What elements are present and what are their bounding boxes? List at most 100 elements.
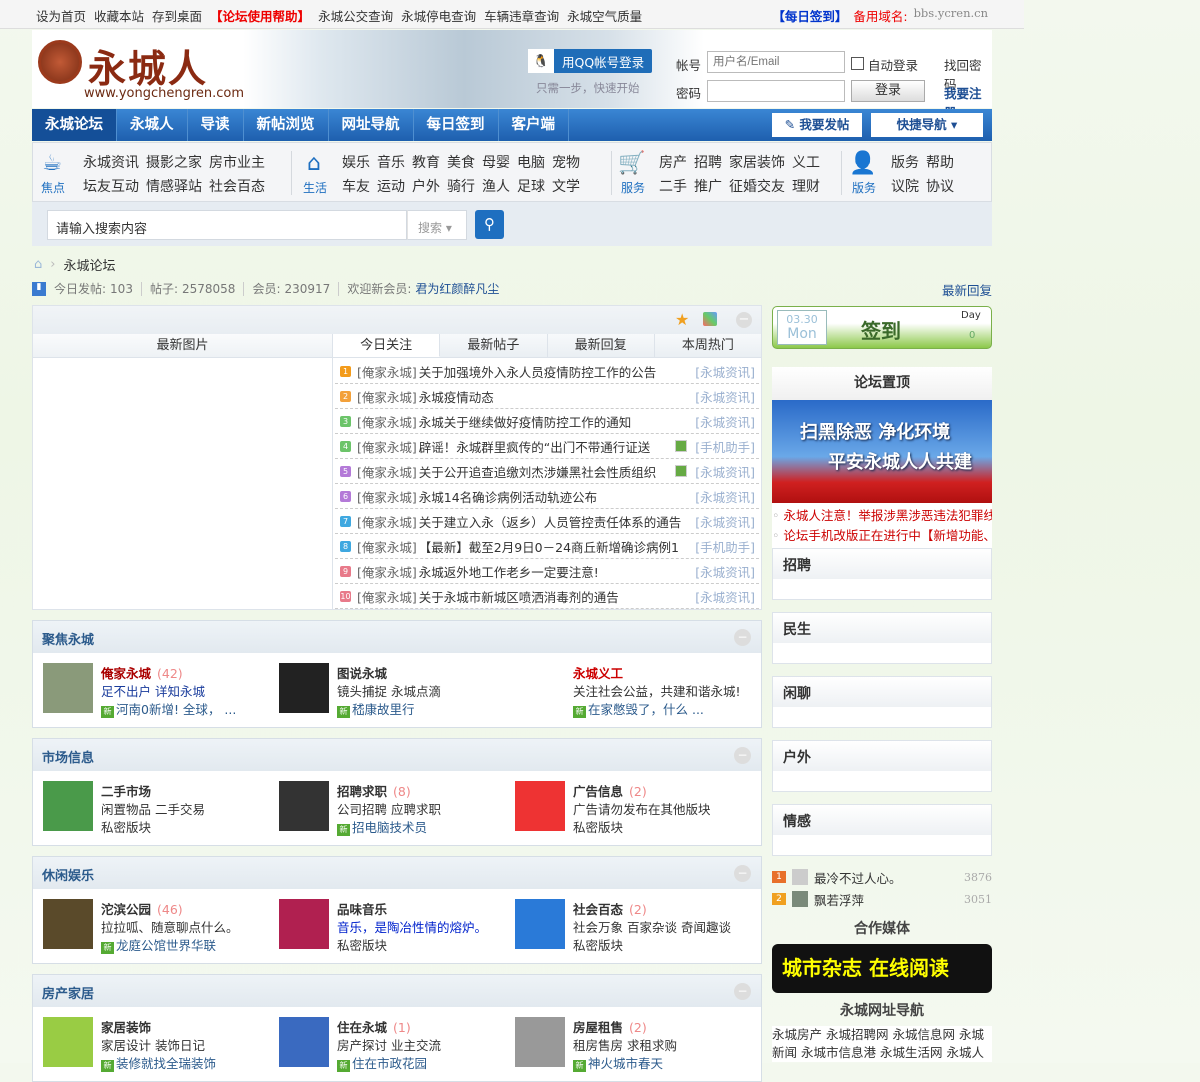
quick-link[interactable]: 二手 — [659, 179, 687, 195]
collapse-icon[interactable]: − — [734, 629, 751, 646]
side-box-title[interactable]: 招聘 — [773, 549, 991, 579]
forum-latest-post[interactable]: 招电脑技术员 — [352, 820, 427, 835]
quick-link[interactable]: 渔人 — [482, 179, 510, 195]
quick-link[interactable]: 房市业主 — [209, 155, 265, 171]
nav-url-guide[interactable]: 网址导航 — [329, 109, 414, 141]
quick-link[interactable]: 骑行 — [447, 179, 475, 195]
forum-name[interactable]: 沱滨公园 — [101, 902, 151, 917]
post-category[interactable]: [手机助手] — [695, 437, 755, 456]
url-nav-link[interactable]: 永城人 — [947, 1045, 985, 1060]
forum-name[interactable]: 品味音乐 — [337, 902, 387, 917]
post-category[interactable]: [手机助手] — [695, 537, 755, 556]
tab-today-focus[interactable]: 今日关注 — [333, 334, 441, 357]
tab-latest-posts[interactable]: 最新帖子 — [440, 334, 548, 357]
forum-icon[interactable] — [515, 1017, 565, 1067]
search-type-select[interactable]: 搜索 ▾ — [407, 210, 467, 240]
collapse-icon[interactable]: − — [734, 865, 751, 882]
post-row[interactable]: 10 [俺家永城] 关于永城市新城区喷洒消毒剂的通告 [永城资讯] — [335, 584, 759, 609]
sticky-link[interactable]: ◦ 论坛手机改版正在进行中【新增功能、 — [772, 526, 992, 546]
quick-link[interactable]: 情感驿站 — [146, 179, 202, 195]
url-nav-link[interactable]: 永城生活网 — [880, 1045, 943, 1060]
power-query-link[interactable]: 永城停电查询 — [401, 6, 476, 25]
star-icon[interactable]: ★ — [675, 310, 689, 329]
forum-icon[interactable] — [279, 663, 329, 713]
post-category[interactable]: [永城资讯] — [695, 562, 755, 581]
post-title[interactable]: 关于建立入永（返乡）人员管控责任体系的通告 — [419, 512, 682, 531]
quick-link[interactable]: 义工 — [792, 155, 820, 171]
post-title[interactable]: 辟谣！永城群里疯传的“出门不带通行证送 — [419, 437, 650, 456]
nav-client[interactable]: 客户端 — [499, 109, 569, 141]
post-title[interactable]: 关于永城市新城区喷洒消毒剂的通告 — [419, 587, 619, 606]
collapse-icon[interactable]: − — [736, 312, 752, 328]
forum-name[interactable]: 俺家永城 — [101, 666, 151, 681]
section-title[interactable]: 休闲娱乐 — [42, 865, 94, 884]
forum-icon[interactable] — [43, 781, 93, 831]
forum-icon[interactable] — [515, 663, 565, 713]
post-row[interactable]: 8 [俺家永城] 【最新】截至2月9日0－24商丘新增确诊病例1 [手机助手] — [335, 534, 759, 559]
post-title[interactable]: 关于加强境外入永人员疫情防控工作的公告 — [419, 362, 657, 381]
url-nav-link[interactable]: 永城招聘网 — [826, 1027, 889, 1042]
quick-link[interactable]: 家居装饰 — [729, 155, 785, 171]
post-row[interactable]: 2 [俺家永城] 永城疫情动态 [永城资讯] — [335, 384, 759, 409]
forum-latest-post[interactable]: 河南0新增! 全球， ... — [116, 702, 236, 717]
forum-icon[interactable] — [279, 1017, 329, 1067]
qq-login-button[interactable]: 🐧 用QQ帐号登录 — [528, 49, 652, 73]
ranking-item[interactable]: 2 飘若浮萍 3051 — [772, 888, 992, 910]
nav-checkin[interactable]: 每日签到 — [414, 109, 499, 141]
quick-link[interactable]: 推广 — [694, 179, 722, 195]
nav-guide[interactable]: 导读 — [188, 109, 244, 141]
forum-name[interactable]: 住在永城 — [337, 1020, 387, 1035]
forum-latest-post[interactable]: 神火城市春天 — [588, 1056, 663, 1071]
quick-link[interactable]: 文学 — [552, 179, 580, 195]
forum-name[interactable]: 二手市场 — [101, 784, 151, 799]
forum-icon[interactable] — [43, 1017, 93, 1067]
forum-name[interactable]: 永城义工 — [573, 666, 623, 681]
quick-link[interactable]: 帮助 — [926, 155, 954, 171]
quick-link[interactable]: 坛友互动 — [83, 179, 139, 195]
forum-name[interactable]: 广告信息 — [573, 784, 623, 799]
quick-link[interactable]: 美食 — [447, 155, 475, 171]
new-member-link[interactable]: 君为红颜醉凡尘 — [415, 280, 499, 297]
password-input[interactable] — [707, 80, 845, 102]
quick-link[interactable]: 房产 — [659, 155, 687, 171]
post-category[interactable]: [永城资讯] — [695, 512, 755, 531]
quick-link[interactable]: 户外 — [412, 179, 440, 195]
new-post-button[interactable]: ✎ 我要发帖 — [772, 113, 862, 137]
quick-nav-button[interactable]: 快捷导航 ▾ — [871, 113, 983, 137]
post-category[interactable]: [永城资讯] — [695, 412, 755, 431]
post-category[interactable]: [永城资讯] — [695, 587, 755, 606]
forum-icon[interactable] — [279, 781, 329, 831]
nav-forum[interactable]: 永城论坛 — [32, 109, 117, 141]
post-category[interactable]: [永城资讯] — [695, 462, 755, 481]
breadcrumb-current[interactable]: 永城论坛 — [63, 255, 115, 274]
home-icon[interactable]: ⌂ — [34, 257, 42, 272]
side-box-title[interactable]: 情感 — [773, 805, 991, 835]
daily-checkin-link[interactable]: 【每日签到】 — [772, 6, 847, 25]
quick-link[interactable]: 永城资讯 — [83, 155, 139, 171]
forum-icon[interactable] — [43, 899, 93, 949]
collapse-icon[interactable]: − — [734, 983, 751, 1000]
latest-reply-link[interactable]: 最新回复 — [942, 280, 992, 299]
quick-link[interactable]: 娱乐 — [342, 155, 370, 171]
quick-link[interactable]: 社会百态 — [209, 179, 265, 195]
quick-link[interactable]: 足球 — [517, 179, 545, 195]
forum-latest-post[interactable]: 龙庭公馆世界华联 — [116, 938, 216, 953]
search-input[interactable]: 请输入搜索内容 — [47, 210, 407, 240]
post-row[interactable]: 7 [俺家永城] 关于建立入永（返乡）人员管控责任体系的通告 [永城资讯] — [335, 509, 759, 534]
collapse-icon[interactable]: − — [734, 747, 751, 764]
nav-new-posts[interactable]: 新帖浏览 — [244, 109, 329, 141]
side-box-title[interactable]: 闲聊 — [773, 677, 991, 707]
post-row[interactable]: 6 [俺家永城] 永城14名确诊病例活动轨迹公布 [永城资讯] — [335, 484, 759, 509]
save-desktop-link[interactable]: 存到桌面 — [152, 6, 202, 25]
quick-link[interactable]: 版务 — [891, 155, 919, 171]
post-row[interactable]: 1 [俺家永城] 关于加强境外入永人员疫情防控工作的公告 [永城资讯] — [335, 359, 759, 384]
forum-latest-post[interactable]: 住在市政花园 — [352, 1056, 427, 1071]
forum-latest-post[interactable]: 装修就找全瑞装饰 — [116, 1056, 216, 1071]
forum-latest-post[interactable]: 在家憋毁了，什么 ... — [588, 702, 704, 717]
forum-icon[interactable] — [515, 899, 565, 949]
quick-link[interactable]: 母婴 — [482, 155, 510, 171]
section-title[interactable]: 房产家居 — [42, 983, 94, 1002]
forum-icon[interactable] — [279, 899, 329, 949]
url-nav-link[interactable]: 永城信息网 — [893, 1027, 956, 1042]
forum-name[interactable]: 社会百态 — [573, 902, 623, 917]
